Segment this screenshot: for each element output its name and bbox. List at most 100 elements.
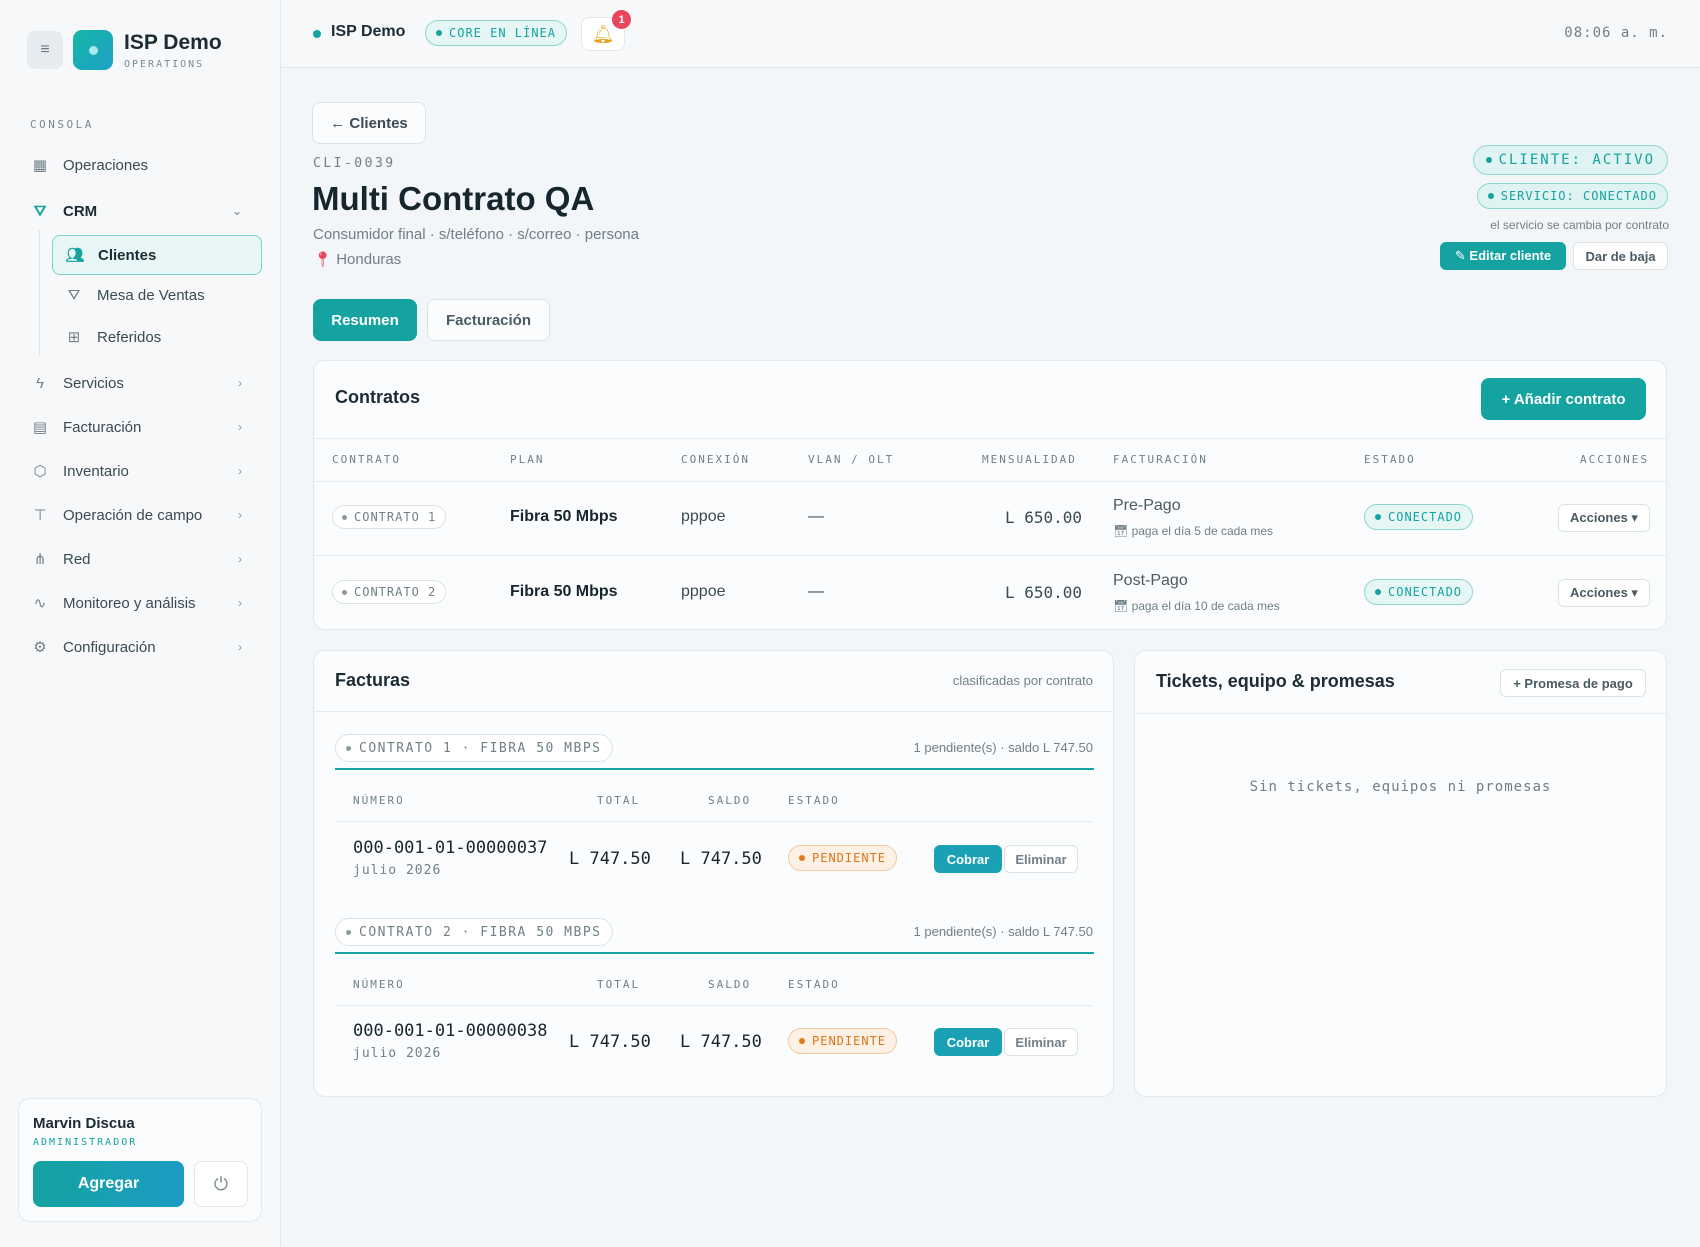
activity-icon: ∿	[33, 595, 47, 612]
users-icon: 👥︎	[65, 247, 85, 264]
sidebar-item-crm[interactable]: ⛛ CRM ⌄	[30, 196, 250, 226]
sidebar-item-referidos[interactable]: ⊞ Referidos	[52, 317, 262, 357]
delete-invoice-button[interactable]: Eliminar	[1004, 1028, 1078, 1056]
client-meta: Consumidor final · s/teléfono · s/correo…	[313, 226, 639, 243]
col-header: TOTAL	[597, 978, 641, 991]
connection-status-badge: CONECTADO	[1364, 504, 1474, 530]
chevron-right-icon: ›	[238, 376, 242, 390]
vlan-cell: —	[808, 583, 824, 600]
billing-type: Pre-Pago	[1113, 497, 1181, 514]
nav-section-label: CONSOLA	[30, 118, 94, 131]
group-balance-note: 1 pendiente(s) · saldo L 747.50	[913, 924, 1093, 939]
actions-dropdown-button[interactable]: Acciones ▾	[1558, 579, 1650, 607]
box-icon: ⬡	[33, 463, 47, 480]
funnel-icon: ⛛	[67, 286, 81, 304]
back-to-clients-button[interactable]: ← Clientes	[312, 102, 426, 144]
power-icon[interactable]: ⏻	[194, 1161, 248, 1207]
invoice-number[interactable]: 000-001-01-00000038	[353, 1021, 547, 1041]
col-header: CONTRATO	[332, 453, 401, 466]
col-header: TOTAL	[597, 794, 641, 807]
delete-invoice-button[interactable]: Eliminar	[1004, 845, 1078, 873]
billing-day: 📅︎ paga el día 10 de cada mes	[1113, 599, 1280, 613]
sidebar-item-operaciones[interactable]: ▦ Operaciones	[30, 150, 250, 180]
brand: ≡ ISP Demo OPERATIONS	[27, 30, 222, 70]
add-button[interactable]: Agregar	[33, 1161, 184, 1207]
user-name: Marvin Discua	[33, 1115, 135, 1132]
col-header: FACTURACIÓN	[1113, 453, 1208, 466]
add-contract-button[interactable]: + Añadir contrato	[1481, 378, 1646, 420]
chevron-right-icon: ›	[238, 640, 242, 654]
invoice-number[interactable]: 000-001-01-00000037	[353, 838, 547, 858]
contract-group-chip: CONTRATO 1 · FIBRA 50 MBPS	[335, 734, 613, 762]
sidebar-item-configuracion[interactable]: ⚙ Configuración ›	[30, 632, 250, 662]
clock: 08:06 a. m.	[1564, 25, 1668, 41]
sidebar-item-operacion-de-campo[interactable]: ⊤ Operación de campo ›	[30, 500, 250, 530]
col-header: ESTADO	[788, 794, 840, 807]
hamburger-menu-icon[interactable]: ≡	[27, 31, 63, 69]
col-header: SALDO	[708, 978, 752, 991]
invoice-total: L 747.50	[569, 849, 651, 869]
network-icon: ⋔	[33, 551, 47, 568]
funnel-icon: ⛛	[33, 202, 47, 220]
col-header: NÚMERO	[353, 978, 405, 991]
pending-status-badge: PENDIENTE	[788, 845, 898, 871]
app-logo	[73, 30, 113, 70]
col-header: ESTADO	[788, 978, 840, 991]
invoice-date: julio 2026	[353, 1046, 442, 1061]
brand-name: ISP Demo	[124, 30, 222, 54]
client-location: 📍︎ Honduras	[313, 251, 402, 268]
invoice-balance: L 747.50	[680, 1032, 762, 1052]
actions-dropdown-button[interactable]: Acciones ▾	[1558, 504, 1650, 532]
connection-cell: pppoe	[681, 583, 726, 600]
invoices-subtitle: clasificadas por contrato	[952, 673, 1093, 688]
connection-cell: pppoe	[681, 508, 726, 525]
col-header: VLAN / OLT	[808, 453, 895, 466]
topbar: ISP Demo CORE EN LÍNEA 🔔︎ 1 08:06 a. m.	[281, 0, 1700, 68]
sidebar-item-inventario[interactable]: ⬡ Inventario ›	[30, 456, 250, 486]
pending-status-badge: PENDIENTE	[788, 1028, 898, 1054]
online-dot	[313, 30, 321, 38]
charge-button[interactable]: Cobrar	[934, 1028, 1002, 1056]
user-role: ADMINISTRADOR	[33, 1137, 138, 1148]
sidebar-item-servicios[interactable]: ϟ Servicios ›	[30, 368, 250, 398]
client-status-badge: CLIENTE: ACTIVO	[1472, 145, 1668, 175]
monthly-cell: L 650.00	[1005, 508, 1083, 527]
edit-client-button[interactable]: ✎ Editar cliente	[1440, 242, 1566, 270]
signpost-icon: ⊤	[33, 507, 47, 524]
charge-button[interactable]: Cobrar	[934, 845, 1002, 873]
tickets-title: Tickets, equipo & promesas	[1156, 671, 1395, 691]
chevron-right-icon: ›	[238, 464, 242, 478]
bolt-icon: ϟ	[36, 374, 44, 392]
sidebar-item-clientes[interactable]: 👥︎ Clientes	[52, 235, 262, 275]
plan-cell: Fibra 50 Mbps	[510, 508, 618, 525]
col-header: ACCIONES	[1580, 453, 1649, 466]
core-status-badge: CORE EN LÍNEA	[425, 20, 567, 46]
vlan-cell: —	[808, 508, 824, 525]
monthly-cell: L 650.00	[1005, 583, 1083, 602]
contracts-card: Contratos + Añadir contrato CONTRATO PLA…	[313, 360, 1667, 630]
sidebar: ≡ ISP Demo OPERATIONS CONSOLA ▦ Operacio…	[0, 0, 281, 1247]
col-header: PLAN	[510, 453, 545, 466]
service-note: el servicio se cambia por contrato	[1490, 218, 1669, 232]
deactivate-client-button[interactable]: Dar de baja	[1573, 242, 1668, 270]
col-header: SALDO	[708, 794, 752, 807]
sidebar-item-red[interactable]: ⋔ Red ›	[30, 544, 250, 574]
plan-cell: Fibra 50 Mbps	[510, 583, 618, 600]
tab-facturacion[interactable]: Facturación	[427, 299, 550, 341]
sidebar-item-monitoreo[interactable]: ∿ Monitoreo y análisis ›	[30, 588, 250, 618]
sidebar-item-facturacion[interactable]: ▤ Facturación ›	[30, 412, 250, 442]
grid-icon: ▦	[32, 157, 48, 174]
contracts-title: Contratos	[335, 387, 420, 407]
client-id: CLI-0039	[313, 156, 396, 171]
document-icon: ▤	[32, 419, 48, 436]
tickets-card: Tickets, equipo & promesas + Promesa de …	[1134, 650, 1667, 1097]
contract-chip: CONTRATO 1	[332, 505, 447, 529]
add-payment-promise-button[interactable]: + Promesa de pago	[1500, 669, 1646, 697]
tab-resumen[interactable]: Resumen	[313, 299, 417, 341]
topbar-tenant-name: ISP Demo	[331, 23, 406, 40]
page-title: Multi Contrato QA	[312, 180, 595, 217]
gift-icon: ⊞	[67, 329, 81, 346]
sidebar-item-mesa-de-ventas[interactable]: ⛛ Mesa de Ventas	[52, 275, 262, 315]
billing-day: 📅︎ paga el día 5 de cada mes	[1113, 524, 1274, 538]
contract-group-chip: CONTRATO 2 · FIBRA 50 MBPS	[335, 918, 613, 946]
